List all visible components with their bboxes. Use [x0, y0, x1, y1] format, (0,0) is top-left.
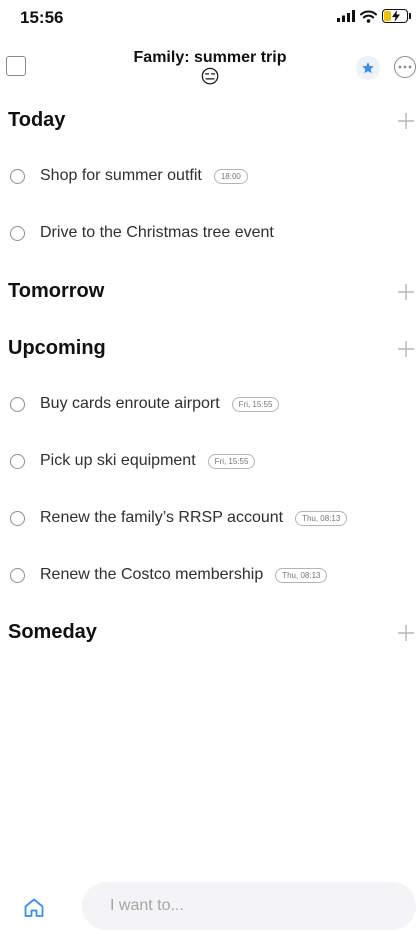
task-row[interactable]: Renew the family’s RRSP account Thu, 08:…: [0, 505, 420, 531]
time-badge: Fri, 15:55: [207, 453, 256, 469]
status-bar: 15:56: [0, 0, 420, 36]
section-tomorrow: Tomorrow: [0, 278, 420, 308]
list-header: Family: summer trip 😑: [0, 44, 420, 92]
task-checkbox[interactable]: [10, 510, 25, 526]
section-title-today: Today: [8, 109, 66, 131]
more-options-button[interactable]: [394, 56, 416, 78]
task-label[interactable]: Pick up ski equipment: [40, 452, 196, 470]
battery-icon: [382, 9, 411, 23]
screen: 15:56 Family: summer trip 😑 Today Shop f…: [0, 0, 420, 934]
task-label[interactable]: Renew the family’s RRSP account: [40, 509, 283, 527]
task-label[interactable]: Drive to the Christmas tree event: [40, 224, 274, 242]
task-row[interactable]: Buy cards enroute airport Fri, 15:55: [0, 391, 420, 417]
task-input[interactable]: [82, 882, 416, 930]
section-upcoming: Upcoming: [0, 335, 420, 365]
section-someday: Someday: [0, 619, 420, 649]
task-row[interactable]: Shop for summer outfit 18:00: [0, 163, 420, 189]
plus-icon[interactable]: [396, 339, 416, 359]
time-badge: Fri, 15:55: [231, 396, 280, 412]
task-label[interactable]: Shop for summer outfit: [40, 167, 202, 185]
status-time: 15:56: [20, 8, 64, 27]
section-today: Today: [0, 107, 420, 137]
home-icon[interactable]: [22, 896, 46, 920]
wifi-icon: [360, 10, 377, 23]
section-title-someday: Someday: [8, 621, 97, 643]
section-title-tomorrow: Tomorrow: [8, 280, 105, 302]
task-checkbox[interactable]: [10, 453, 25, 469]
ellipsis-icon: [398, 65, 412, 69]
task-checkbox[interactable]: [10, 396, 25, 412]
task-row[interactable]: Pick up ski equipment Fri, 15:55: [0, 448, 420, 474]
plus-icon[interactable]: [396, 623, 416, 643]
section-title-upcoming: Upcoming: [8, 337, 106, 359]
plus-icon[interactable]: [396, 282, 416, 302]
time-badge: Thu, 08:13: [275, 567, 328, 583]
task-label[interactable]: Renew the Costco membership: [40, 566, 263, 584]
task-label[interactable]: Buy cards enroute airport: [40, 395, 220, 413]
task-row[interactable]: Drive to the Christmas tree event: [0, 220, 420, 246]
status-icons: [337, 9, 411, 23]
time-badge: 18:00: [213, 168, 248, 184]
task-checkbox[interactable]: [10, 168, 25, 184]
time-badge: Thu, 08:13: [295, 510, 348, 526]
task-checkbox[interactable]: [10, 567, 25, 583]
star-icon: [362, 62, 374, 74]
task-row[interactable]: Renew the Costco membership Thu, 08:13: [0, 562, 420, 588]
signal-icon: [337, 10, 355, 22]
task-checkbox[interactable]: [10, 225, 25, 241]
favorite-button[interactable]: [356, 56, 380, 80]
plus-icon[interactable]: [396, 111, 416, 131]
